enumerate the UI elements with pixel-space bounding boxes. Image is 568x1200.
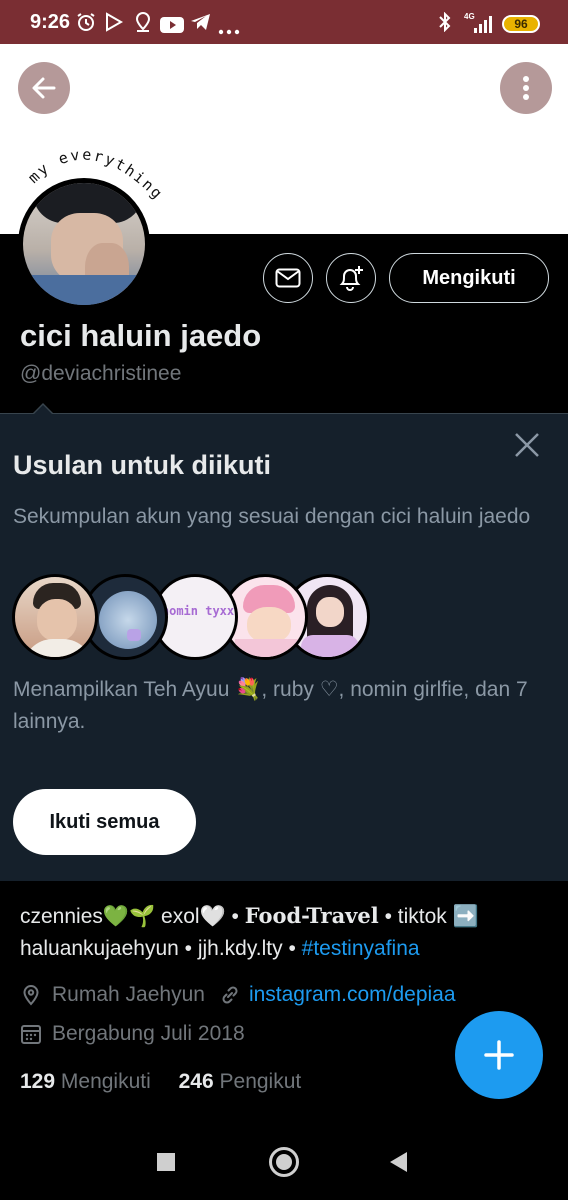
more-vertical-icon xyxy=(523,76,529,100)
joined-text: Bergabung Juli 2018 xyxy=(52,1022,245,1045)
bell-plus-icon xyxy=(339,266,363,291)
follow-all-button[interactable]: Ikuti semua xyxy=(13,789,196,855)
signal-icon xyxy=(474,16,492,33)
suggestions-subtitle: Sekumpulan akun yang sesuai dengan cici … xyxy=(13,505,531,528)
more-notifications-icon xyxy=(218,29,240,35)
link-icon xyxy=(222,986,238,1004)
location-text: Rumah Jaehyun xyxy=(52,983,205,1006)
bio-hashtag-link[interactable]: #testinyafina xyxy=(302,937,420,960)
alarm-icon xyxy=(77,13,95,31)
user-handle: @deviachristinee xyxy=(20,362,182,385)
suggested-avatar-1[interactable] xyxy=(12,574,98,660)
location-icon xyxy=(23,984,39,1006)
status-time: 9:26 xyxy=(30,11,71,33)
followers-count-link[interactable]: 246 Pengikut xyxy=(179,1070,302,1093)
profile-meta-row: Rumah Jaehyun instagram.com/depiaa xyxy=(20,983,456,1007)
display-name: cici haluin jaedo xyxy=(20,318,262,353)
battery-indicator: 96 xyxy=(502,15,540,33)
more-options-button[interactable] xyxy=(500,62,552,114)
status-bar: 9:26 4G 96 xyxy=(0,0,568,44)
plus-icon xyxy=(484,1040,514,1070)
mail-icon xyxy=(275,268,301,288)
system-back-button[interactable] xyxy=(390,1152,407,1172)
bluetooth-icon xyxy=(439,12,451,32)
home-button[interactable] xyxy=(269,1147,299,1177)
back-button[interactable] xyxy=(18,62,70,114)
calendar-icon xyxy=(21,1025,41,1044)
following-button[interactable]: Mengikuti xyxy=(389,253,549,303)
android-nav-bar xyxy=(0,1120,568,1200)
youtube-icon xyxy=(160,17,184,33)
maps-icon xyxy=(135,12,151,32)
compose-tweet-button[interactable] xyxy=(455,1011,543,1099)
follow-counts: 129 Mengikuti 246 Pengikut xyxy=(20,1070,301,1094)
back-arrow-icon xyxy=(32,77,56,99)
following-count-link[interactable]: 129 Mengikuti xyxy=(20,1070,151,1093)
suggestions-title: Usulan untuk diikuti xyxy=(13,450,272,480)
telegram-icon xyxy=(191,14,210,30)
profile-bio: czennies💚🌱 exol🤍 • Food-Travel • tiktok … xyxy=(20,900,550,965)
website-link[interactable]: instagram.com/depiaa xyxy=(249,983,456,1007)
notifications-button[interactable] xyxy=(326,253,376,303)
suggested-avatars[interactable]: nomin tyxx xyxy=(12,574,372,662)
bio-text-styled: Food-Travel xyxy=(244,903,379,928)
suggestions-summary: Menampilkan Teh Ayuu 💐, ruby ♡, nomin gi… xyxy=(13,678,528,733)
play-store-icon xyxy=(106,12,124,32)
bio-text: czennies💚🌱 exol🤍 • xyxy=(20,905,245,928)
message-button[interactable] xyxy=(263,253,313,303)
avatar-photo xyxy=(23,183,145,305)
close-icon[interactable] xyxy=(514,432,540,458)
recents-button[interactable] xyxy=(157,1153,175,1171)
profile-avatar[interactable] xyxy=(18,178,150,310)
joined-row: Bergabung Juli 2018 xyxy=(20,1022,245,1046)
